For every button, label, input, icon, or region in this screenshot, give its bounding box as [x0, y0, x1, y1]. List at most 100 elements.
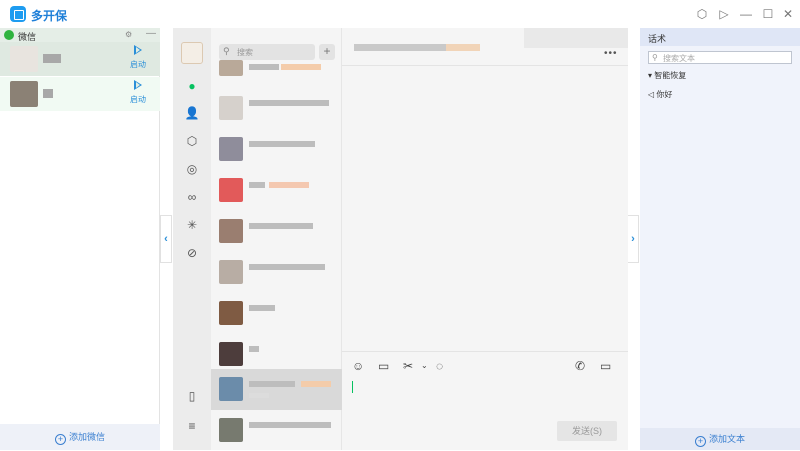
maximize-button[interactable]: ☐: [760, 6, 776, 22]
contacts-icon[interactable]: 👤: [184, 105, 200, 121]
avatar: [219, 219, 243, 243]
text-cursor: [352, 381, 353, 393]
start-button[interactable]: 启动: [130, 94, 146, 105]
emoji-icon[interactable]: ☺: [352, 359, 364, 373]
chat-title-tag: [446, 44, 480, 51]
chat-name: [249, 223, 313, 229]
search-icon: ⚲: [223, 46, 230, 56]
start-button[interactable]: 启动: [130, 59, 146, 70]
chat-name: [249, 264, 325, 270]
phone-icon[interactable]: ▯: [184, 388, 200, 404]
search-icon: ⚲: [652, 53, 658, 62]
add-button[interactable]: +: [319, 44, 335, 60]
chat-window: ••• ☺ ▭ ✂ ⌄ ◌ ✆ ▭ 发送(S): [342, 28, 628, 450]
chat-name: [249, 182, 265, 188]
app-logo-icon: [10, 6, 26, 22]
chevron-down-icon[interactable]: ⌄: [421, 361, 428, 370]
plus-circle-icon: +: [54, 434, 66, 445]
accounts-panel: 微信 ⚙ — 启动 启动 + 添加微信: [0, 28, 160, 450]
chat-name: [249, 100, 329, 106]
add-text-button[interactable]: + 添加文本: [640, 428, 800, 450]
favorites-icon[interactable]: ⬡: [184, 133, 200, 149]
close-button[interactable]: ✕: [780, 6, 796, 22]
collapse-left-button[interactable]: ‹: [160, 215, 172, 263]
chat-icon[interactable]: ●: [184, 78, 200, 94]
chat-name: [249, 346, 259, 352]
chat-preview: [249, 393, 269, 398]
list-item[interactable]: [211, 293, 342, 334]
avatar: [219, 96, 243, 120]
chat-name: [249, 422, 331, 428]
wechat-group-header: 微信 ⚙ —: [0, 28, 160, 42]
scripts-panel: 话术 ⚲ 搜索文本 ▾ 智能恢复 ◁ 你好 + 添加文本: [640, 28, 800, 450]
script-item-label: 你好: [656, 90, 673, 99]
chat-name: [249, 141, 315, 147]
folder-icon[interactable]: ▭: [378, 359, 389, 373]
list-item[interactable]: [211, 410, 342, 451]
avatar[interactable]: [181, 42, 203, 64]
plus-circle-icon: +: [694, 436, 706, 447]
avatar: [219, 137, 243, 161]
list-item[interactable]: [211, 129, 342, 170]
play-icon[interactable]: ▷: [716, 6, 732, 22]
send-button[interactable]: 发送(S): [557, 421, 617, 441]
expand-right-button[interactable]: ›: [627, 215, 639, 263]
add-text-label: 添加文本: [708, 434, 745, 444]
scripts-search-placeholder: 搜索文本: [663, 54, 695, 63]
avatar: [10, 81, 38, 107]
settings-icon[interactable]: ⬡: [694, 6, 710, 22]
start-icon[interactable]: [134, 45, 142, 55]
scissors-icon[interactable]: ✂: [403, 359, 413, 373]
scripts-item[interactable]: ◁ 你好: [648, 89, 672, 100]
chat-name: [249, 64, 279, 70]
chat-tag: [269, 182, 309, 188]
app-title: 多开保: [31, 9, 68, 23]
chat-name: [249, 305, 275, 311]
avatar: [219, 418, 243, 442]
wechat-icon: [4, 30, 14, 40]
add-wechat-button[interactable]: + 添加微信: [0, 424, 160, 450]
account-name: [43, 89, 53, 98]
scripts-header: 话术: [640, 28, 800, 46]
more-icon[interactable]: •••: [604, 48, 618, 59]
avatar: [10, 46, 38, 72]
avatar: [219, 301, 243, 325]
list-item[interactable]: [211, 170, 342, 211]
avatar: [219, 342, 243, 366]
input-toolbar: ☺ ▭ ✂ ⌄ ◌ ✆ ▭: [342, 351, 628, 379]
search-input[interactable]: ⚲ 搜索: [219, 44, 315, 60]
account-item[interactable]: 启动: [0, 42, 160, 76]
scripts-search-input[interactable]: ⚲ 搜索文本: [648, 51, 792, 64]
start-icon[interactable]: [134, 80, 142, 90]
menu-icon[interactable]: ≡: [184, 418, 200, 434]
gear-icon[interactable]: ⚙: [125, 30, 132, 39]
list-item[interactable]: [211, 211, 342, 252]
scripts-category[interactable]: ▾ 智能恢复: [648, 70, 686, 81]
wechat-nav-strip: ● 👤 ⬡ ◎ ∞ ✳ ⊘ ▯ ≡: [173, 28, 211, 450]
avatar: [219, 377, 243, 401]
scripts-title: 话术: [648, 34, 667, 44]
category-label: 智能恢复: [654, 71, 687, 80]
chat-tag: [281, 64, 321, 70]
discover-icon[interactable]: ✳: [184, 217, 200, 233]
comment-icon[interactable]: ◌: [436, 359, 443, 373]
channels-icon[interactable]: ∞: [184, 189, 200, 205]
list-item[interactable]: [211, 252, 342, 293]
account-name: [43, 54, 61, 63]
add-wechat-label: 添加微信: [68, 432, 105, 442]
moments-icon[interactable]: ◎: [184, 161, 200, 177]
chat-name: [249, 381, 295, 387]
list-item-selected[interactable]: [211, 369, 342, 410]
account-item[interactable]: 启动: [0, 77, 160, 111]
chat-tag: [301, 381, 331, 387]
mini-program-icon[interactable]: ⊘: [184, 245, 200, 261]
collapse-icon[interactable]: —: [146, 28, 156, 39]
video-call-icon[interactable]: ▭: [600, 359, 611, 373]
avatar: [219, 60, 243, 76]
list-item[interactable]: [211, 88, 342, 129]
phone-call-icon[interactable]: ✆: [575, 359, 585, 373]
title-bar: 多开保 ⬡ ▷ — ☐ ✕: [0, 0, 800, 28]
search-placeholder: 搜索: [237, 48, 253, 57]
minimize-button[interactable]: —: [738, 6, 754, 22]
chat-header: •••: [342, 28, 628, 66]
